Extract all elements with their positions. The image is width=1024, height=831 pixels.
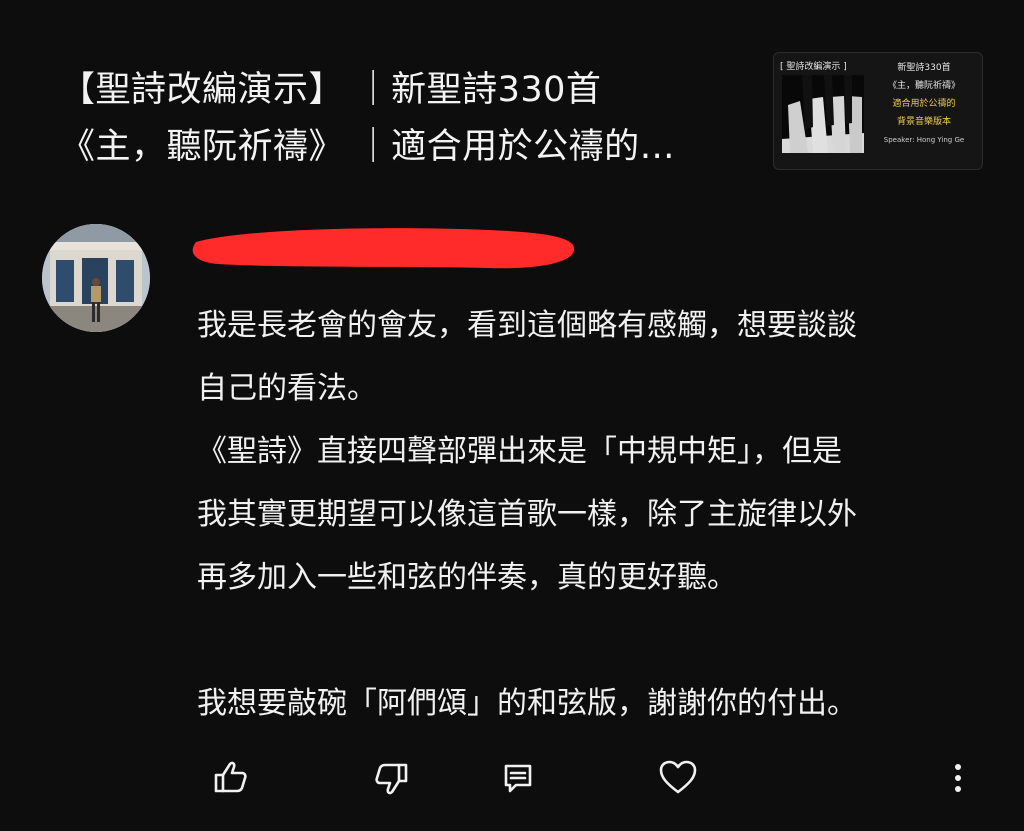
video-title-line-2: 《主，聽阮祈禱》 ｜適合用於公禱的… xyxy=(60,127,676,167)
thumbnail-speaker: Speaker: Hong Ying Ge xyxy=(883,136,965,144)
heart-icon xyxy=(656,756,700,800)
comment-line: 我是長老會的會友，看到這個略有感觸，想要談談 xyxy=(197,308,857,343)
comment-actions xyxy=(0,752,1024,808)
thumbs-up-icon xyxy=(210,758,250,798)
like-button[interactable] xyxy=(204,752,256,804)
reply-button[interactable] xyxy=(492,752,544,804)
piano-keys-image xyxy=(782,75,864,153)
thumbnail-caption-line: 適合用於公禱的 xyxy=(892,99,956,109)
thumbnail-series-label: [ 聖詩改編演示 ] xyxy=(780,62,847,72)
thumbnail-caption-line: 《主，聽阮祈禱》 xyxy=(887,81,960,91)
reply-icon xyxy=(498,758,538,798)
thumbnail-caption-line: 背景音樂版本 xyxy=(896,117,951,127)
comment-line: 我想要敲碗「阿們頌」的和弦版，謝謝你的付出。 xyxy=(197,686,857,721)
comment-text: 我是長老會的會友，看到這個略有感觸，想要談談 自己的看法。 《聖詩》直接四聲部彈… xyxy=(197,294,987,735)
more-vertical-icon xyxy=(950,758,966,798)
avatar[interactable] xyxy=(42,224,150,332)
more-options-button[interactable] xyxy=(932,752,984,804)
heart-button[interactable] xyxy=(652,752,704,804)
thumbnail-caption: 新聖詩330首 《主，聽阮祈禱》 適合用於公禱的 背景音樂版本 Speaker:… xyxy=(870,59,978,149)
video-thumbnail[interactable]: [ 聖詩改編演示 ] 新聖詩330首 《主，聽阮祈禱》 適合用於公禱的 背景音樂… xyxy=(773,52,983,170)
comment-line: 再多加入一些和弦的伴奏，真的更好聽。 xyxy=(197,560,737,595)
comment-line: 自己的看法。 xyxy=(197,371,377,406)
video-title[interactable]: 【聖詩改編演示】 ｜新聖詩330首 《主，聽阮祈禱》 ｜適合用於公禱的… xyxy=(60,62,750,176)
comment-line: 《聖詩》直接四聲部彈出來是「中規中矩」，但是 xyxy=(197,434,842,469)
dislike-button[interactable] xyxy=(366,752,418,804)
username-redaction xyxy=(188,222,578,272)
comment-line: 我其實更期望可以像這首歌一樣，除了主旋律以外 xyxy=(197,497,857,532)
thumbs-down-icon xyxy=(372,758,412,798)
comment-blank-line xyxy=(197,609,987,672)
video-title-line-1: 【聖詩改編演示】 ｜新聖詩330首 xyxy=(60,70,602,110)
thumbnail-caption-line: 新聖詩330首 xyxy=(897,63,951,73)
